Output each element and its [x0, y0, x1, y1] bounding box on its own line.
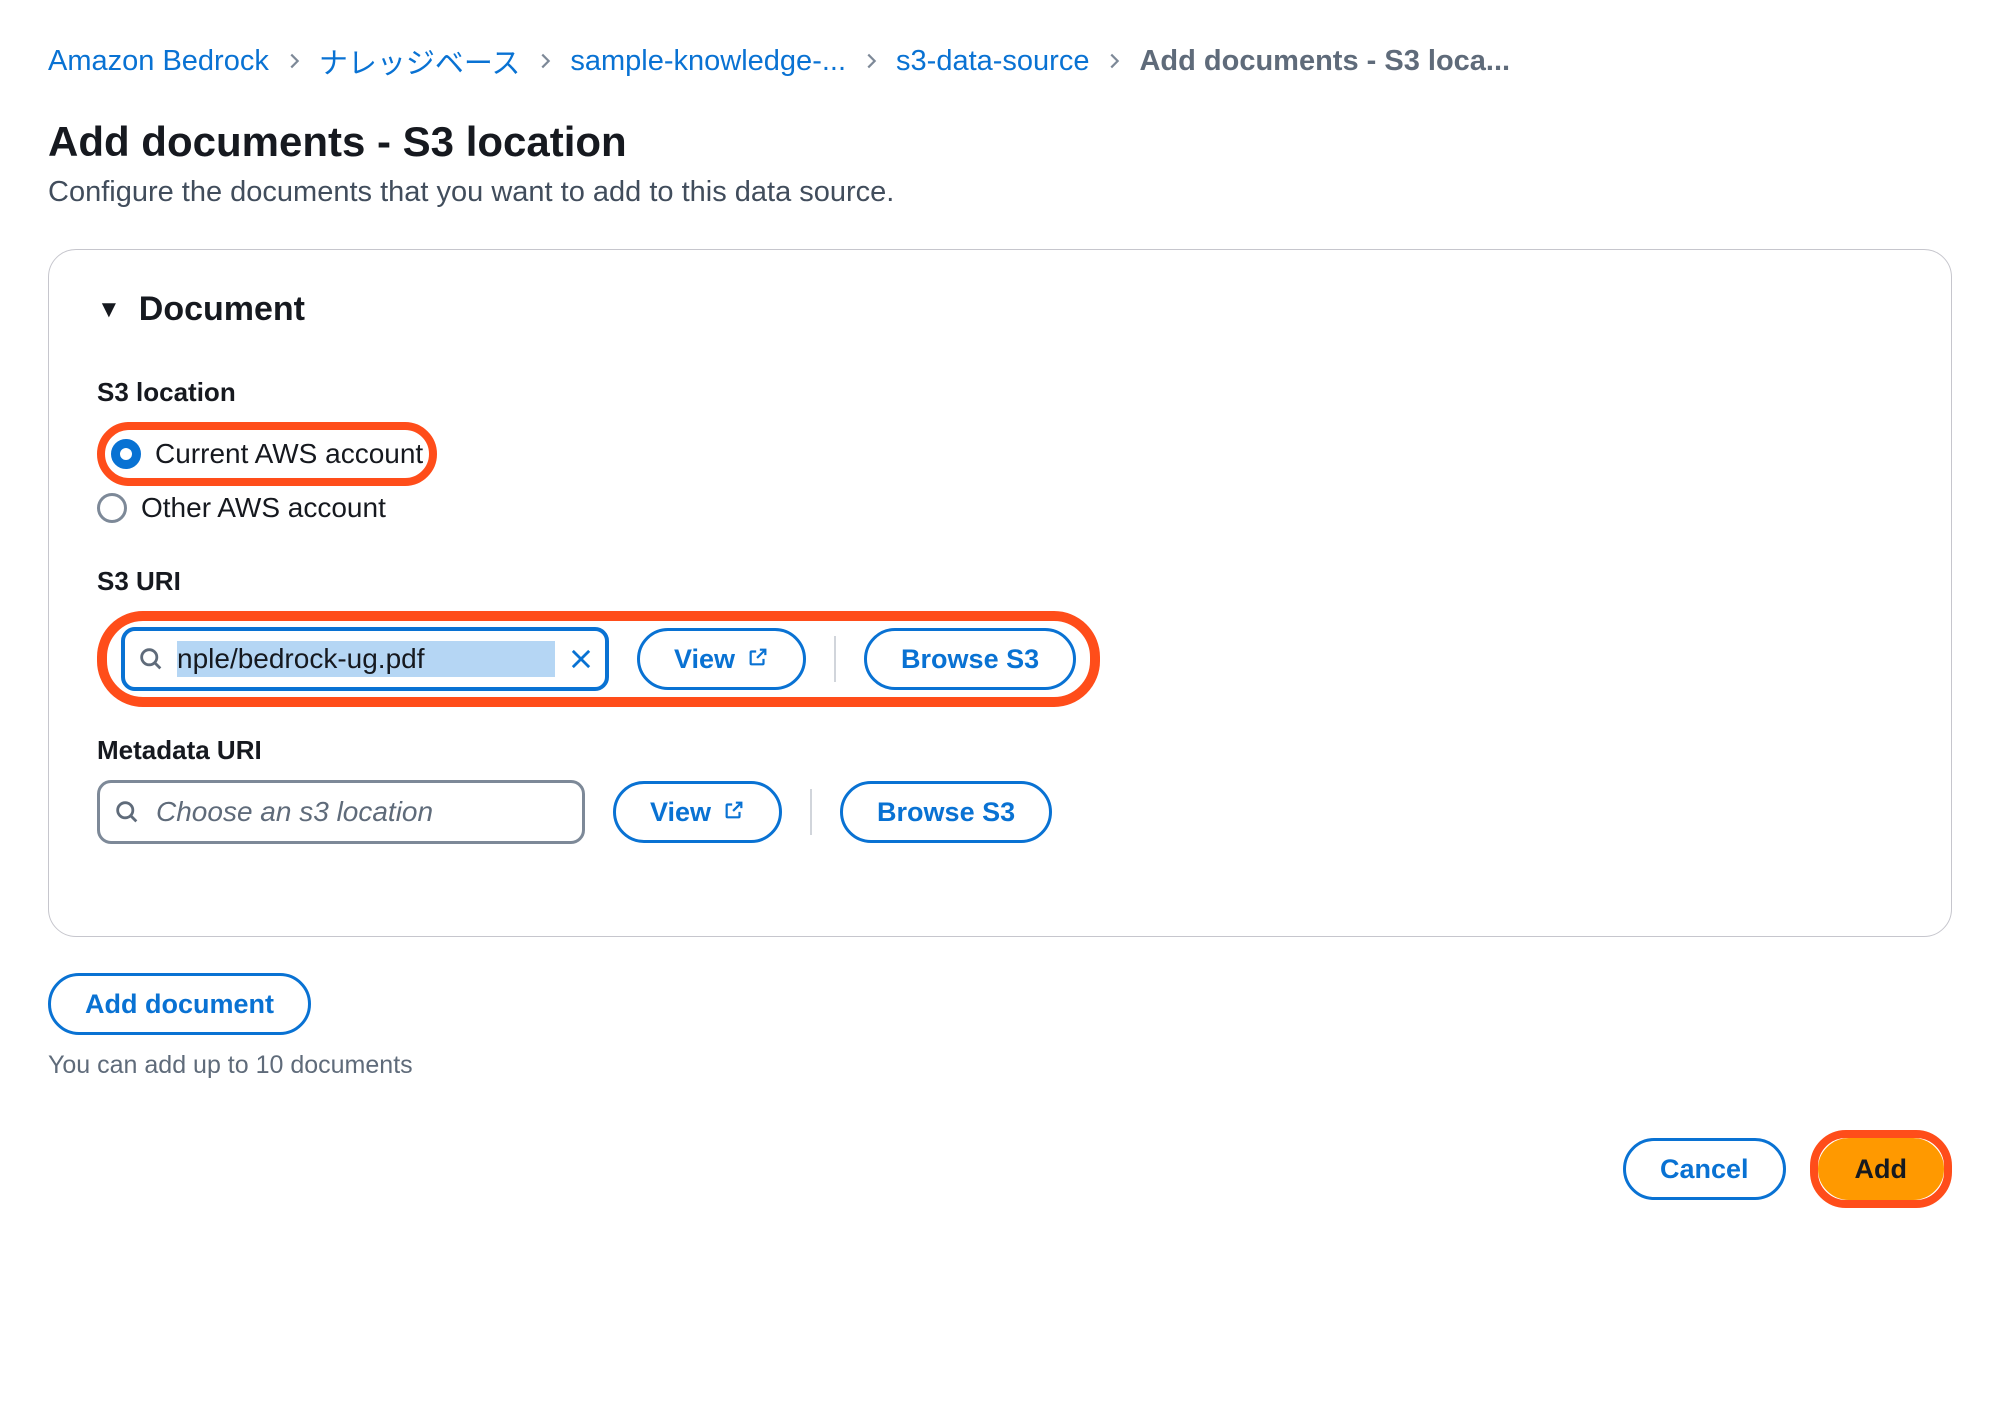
view-s3-uri-button[interactable]: View [637, 628, 806, 690]
s3-uri-label: S3 URI [97, 566, 1903, 597]
panel-title: Document [139, 290, 305, 329]
clear-icon[interactable] [567, 645, 595, 673]
breadcrumb: Amazon Bedrock ナレッジベース sample-knowledge-… [48, 40, 1952, 82]
button-label: Cancel [1660, 1154, 1749, 1185]
radio-label: Other AWS account [141, 492, 386, 524]
browse-metadata-uri-button[interactable]: Browse S3 [840, 781, 1052, 843]
divider [810, 789, 812, 835]
breadcrumb-item-knowledge-base[interactable]: ナレッジベース [319, 40, 521, 82]
radio-current-account[interactable]: Current AWS account [111, 432, 423, 476]
caret-down-icon: ▼ [97, 296, 121, 324]
search-icon [113, 798, 141, 826]
chevron-right-icon [1103, 50, 1125, 72]
button-label: Browse S3 [877, 797, 1015, 828]
breadcrumb-item-data-source[interactable]: s3-data-source [896, 45, 1089, 78]
panel-toggle[interactable]: ▼ Document [97, 290, 1903, 329]
page-title: Add documents - S3 location [48, 118, 1952, 166]
button-label: Add [1855, 1154, 1907, 1185]
page-subtitle: Configure the documents that you want to… [48, 176, 1952, 209]
search-icon [137, 645, 165, 673]
breadcrumb-item-sample-knowledge[interactable]: sample-knowledge-... [570, 45, 846, 78]
footer-actions: Cancel Add [48, 1130, 1952, 1208]
radio-icon [111, 439, 141, 469]
button-label: Add document [85, 989, 274, 1020]
s3-location-label: S3 location [97, 377, 1903, 408]
view-metadata-uri-button[interactable]: View [613, 781, 782, 843]
breadcrumb-item-bedrock[interactable]: Amazon Bedrock [48, 45, 269, 78]
button-label: View [650, 797, 711, 828]
metadata-uri-label: Metadata URI [97, 735, 1903, 766]
add-document-button[interactable]: Add document [48, 973, 311, 1035]
add-button[interactable]: Add [1818, 1138, 1944, 1200]
button-label: View [674, 644, 735, 675]
button-label: Browse S3 [901, 644, 1039, 675]
radio-label: Current AWS account [155, 438, 423, 470]
radio-icon [97, 493, 127, 523]
external-link-icon [747, 644, 769, 675]
metadata-uri-input[interactable] [97, 780, 585, 844]
document-panel: ▼ Document S3 location Current AWS accou… [48, 249, 1952, 937]
metadata-uri-input-wrap [97, 780, 585, 844]
chevron-right-icon [534, 50, 556, 72]
browse-s3-uri-button[interactable]: Browse S3 [864, 628, 1076, 690]
external-link-icon [723, 797, 745, 828]
radio-other-account[interactable]: Other AWS account [97, 486, 1903, 530]
add-document-hint: You can add up to 10 documents [48, 1051, 1952, 1080]
chevron-right-icon [860, 50, 882, 72]
s3-uri-input-wrap: nple/bedrock-ug.pdf [121, 627, 609, 691]
cancel-button[interactable]: Cancel [1623, 1138, 1786, 1200]
s3-uri-input[interactable] [121, 627, 609, 691]
breadcrumb-item-current: Add documents - S3 loca... [1139, 45, 1510, 78]
chevron-right-icon [283, 50, 305, 72]
divider [834, 636, 836, 682]
